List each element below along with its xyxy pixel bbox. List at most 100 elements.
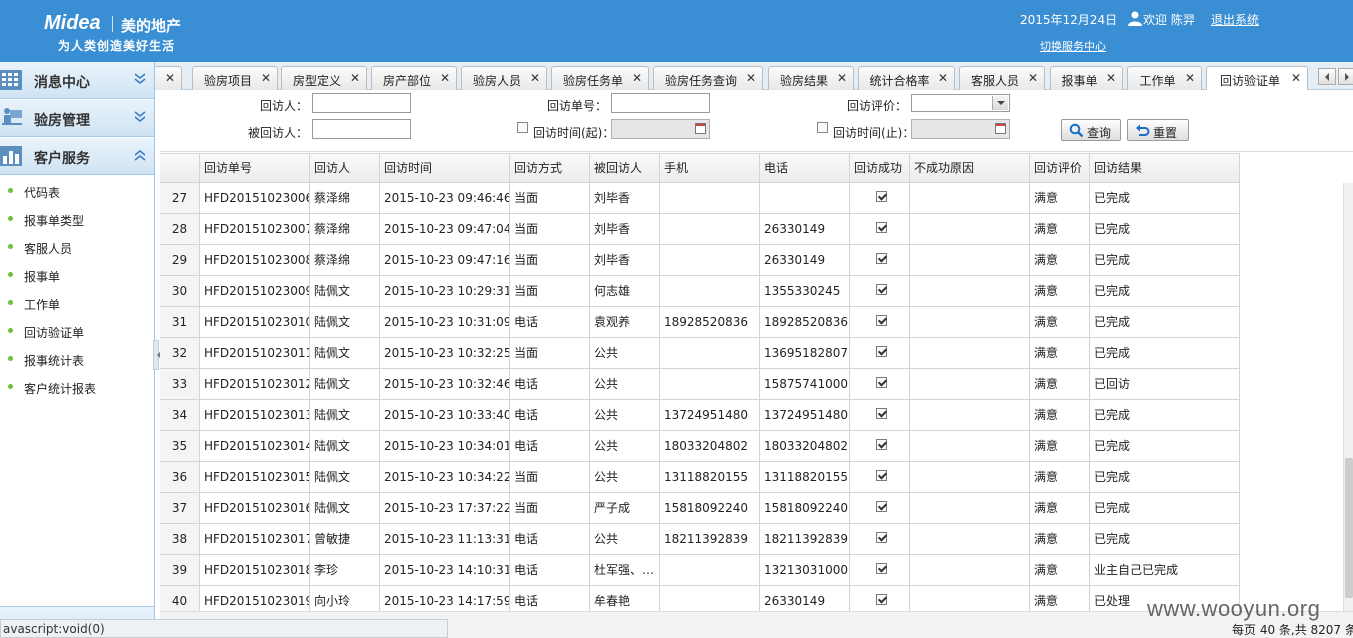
tab-item[interactable]: 工作单 ✕: [1127, 66, 1202, 90]
close-icon[interactable]: ✕: [165, 71, 175, 85]
grid-column-header[interactable]: 被回访人: [590, 153, 660, 183]
grid-column-header[interactable]: 回访评价: [1030, 153, 1090, 183]
tab-item[interactable]: 验房任务单 ✕: [551, 66, 649, 90]
grid-cell-no: HFD20151023017: [200, 524, 310, 555]
visit-no-input[interactable]: [611, 93, 710, 113]
close-icon[interactable]: ✕: [530, 71, 540, 85]
tab-item-active[interactable]: 回访验证单 ✕: [1206, 66, 1308, 91]
grid-cell-mobile: [660, 555, 760, 586]
tab-item[interactable]: 验房任务查询 ✕: [653, 66, 763, 90]
watermark: www.wooyun.org: [1147, 596, 1321, 621]
close-icon[interactable]: ✕: [1028, 71, 1038, 85]
close-icon[interactable]: ✕: [1106, 71, 1116, 85]
bullet-icon: [8, 328, 13, 333]
scrollbar-thumb[interactable]: [1345, 458, 1353, 598]
close-icon[interactable]: ✕: [1291, 71, 1301, 85]
grid-cell-success: [850, 493, 910, 524]
sidebar-item-report-stats[interactable]: 报事统计表: [0, 345, 154, 373]
rating-select[interactable]: [911, 94, 1010, 112]
close-icon[interactable]: ✕: [350, 71, 360, 85]
sidebar-item-label: 客服人员: [24, 242, 73, 256]
grid-cell-mobile: 18033204802: [660, 431, 760, 462]
grid-cell-visitee: 严子成: [590, 493, 660, 524]
tab-item[interactable]: 客服人员 ✕: [959, 66, 1045, 90]
tab-scroll-left-button[interactable]: [1318, 68, 1336, 85]
sidebar-item-visit-verify[interactable]: 回访验证单: [0, 317, 154, 345]
logout-link[interactable]: 退出系统: [1211, 11, 1259, 28]
grid-column-header[interactable]: 回访结果: [1090, 153, 1240, 183]
tab-item[interactable]: 验房项目 ✕: [192, 66, 278, 90]
close-icon[interactable]: ✕: [632, 71, 642, 85]
sidebar-item-work-order[interactable]: 工作单: [0, 289, 154, 317]
sidebar-item-customer-stats[interactable]: 客户统计报表: [0, 373, 154, 401]
grid-column-header[interactable]: 电话: [760, 153, 850, 183]
grid-column-header[interactable]: 回访成功: [850, 153, 910, 183]
tab-scroll-right-button[interactable]: [1338, 68, 1353, 85]
sidebar-item-label: 客户统计报表: [24, 382, 97, 396]
grid-column-header[interactable]: 回访时间: [380, 153, 510, 183]
grid-cell-time: 2015-10-23 10:32:25: [380, 338, 510, 369]
grid-cell-method: 电话: [510, 555, 590, 586]
grid-cell-rating: 满意: [1030, 462, 1090, 493]
time-to-checkbox[interactable]: [817, 122, 828, 133]
calendar-icon[interactable]: [695, 123, 706, 134]
chevron-down-icon: [134, 73, 146, 85]
welcome-user: 欢迎 陈羿: [1143, 13, 1195, 27]
switch-center-link[interactable]: 切换服务中心: [1040, 38, 1106, 54]
grid-cell-result: 已完成: [1090, 462, 1240, 493]
grid-column-header[interactable]: 手机: [660, 153, 760, 183]
sidebar-section-inspection[interactable]: 验房管理: [0, 100, 154, 137]
sidebar-item-code-table[interactable]: 代码表: [0, 177, 154, 205]
visitee-input[interactable]: [312, 119, 411, 139]
tab-item[interactable]: 验房人员 ✕: [461, 66, 547, 90]
grid-cell-no: HFD20151023013: [200, 400, 310, 431]
grid-cell-success: [850, 462, 910, 493]
close-icon[interactable]: ✕: [938, 71, 948, 85]
grid-row-number: 27: [160, 183, 200, 214]
grid-cell-visitor: 陆佩文: [310, 338, 380, 369]
grid-cell-success: [850, 555, 910, 586]
tab-item[interactable]: 验房结果 ✕: [768, 66, 854, 90]
success-checkbox: [876, 346, 887, 357]
reset-button[interactable]: 重置: [1127, 119, 1189, 141]
time-to-input[interactable]: [911, 119, 1010, 139]
grid-cell-phone: 26330149: [760, 214, 850, 245]
sidebar-item-service-staff[interactable]: 客服人员: [0, 233, 154, 261]
sidebar-item-report[interactable]: 报事单: [0, 261, 154, 289]
grid-column-header[interactable]: 不成功原因: [910, 153, 1030, 183]
grid-cell-no: HFD20151023009: [200, 276, 310, 307]
tab-item[interactable]: 房产部位 ✕: [371, 66, 457, 90]
sidebar-collapse-handle[interactable]: [153, 340, 160, 370]
tab-partial[interactable]: ✕: [155, 66, 182, 90]
grid-icon: [0, 70, 22, 90]
sidebar-section-messages[interactable]: 消息中心: [0, 62, 154, 99]
close-icon[interactable]: ✕: [440, 71, 450, 85]
time-from-input[interactable]: [611, 119, 710, 139]
calendar-icon[interactable]: [995, 123, 1006, 134]
vertical-scrollbar[interactable]: [1343, 183, 1353, 611]
close-icon[interactable]: ✕: [1185, 71, 1195, 85]
sidebar-section-customer-service[interactable]: 客户服务: [0, 138, 154, 175]
grid-column-header[interactable]: 回访人: [310, 153, 380, 183]
grid-column-header[interactable]: 回访方式: [510, 153, 590, 183]
tab-item[interactable]: 统计合格率 ✕: [858, 66, 955, 90]
logo-divider: [112, 16, 113, 32]
close-icon[interactable]: ✕: [746, 71, 756, 85]
time-from-checkbox[interactable]: [517, 122, 528, 133]
visit-no-label: 回访单号：: [547, 99, 608, 113]
app-root: Midea 美的地产 为人类创造美好生活 2015年12月24日 欢迎 陈羿 退…: [0, 0, 1353, 638]
grid-row-number: 30: [160, 276, 200, 307]
query-button[interactable]: 查询: [1061, 119, 1121, 141]
grid-cell-rating: 满意: [1030, 245, 1090, 276]
visitor-input[interactable]: [312, 93, 411, 113]
visitee-label: 被回访人：: [248, 126, 309, 140]
tab-bar: ✕ 验房项目 ✕ 房型定义 ✕ 房产部位 ✕ 验房人员 ✕ 验房任务单 ✕ 验房…: [155, 62, 1353, 91]
grid-column-header[interactable]: 回访单号: [200, 153, 310, 183]
tab-item[interactable]: 报事单 ✕: [1050, 66, 1123, 90]
close-icon[interactable]: ✕: [261, 71, 271, 85]
sidebar-item-report-type[interactable]: 报事单类型: [0, 205, 154, 233]
grid-cell-success: [850, 338, 910, 369]
tab-item[interactable]: 房型定义 ✕: [281, 66, 367, 90]
pager-info: 每页 40 条,共 8207 条: [1232, 623, 1353, 637]
close-icon[interactable]: ✕: [837, 71, 847, 85]
